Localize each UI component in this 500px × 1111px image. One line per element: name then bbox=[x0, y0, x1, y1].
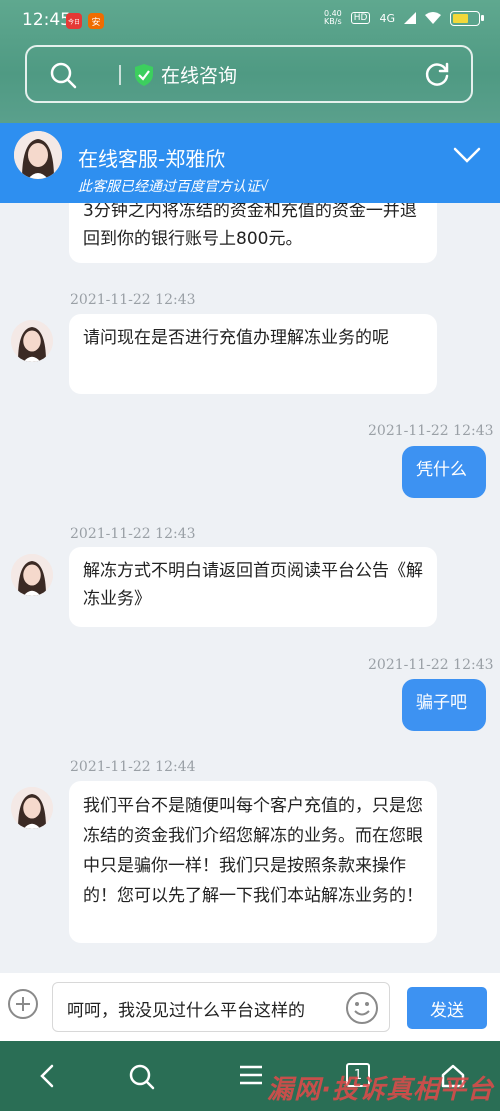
notification-app-icon: 安 bbox=[88, 13, 104, 29]
add-attachment-button[interactable] bbox=[8, 989, 38, 1019]
search-divider bbox=[119, 65, 121, 85]
watermark-logo: 漏网·投诉真相平台 bbox=[267, 1075, 494, 1105]
message-input-bar: 呵呵，我没见过什么平台这样的 发送 bbox=[0, 973, 500, 1041]
chevron-down-icon[interactable] bbox=[452, 145, 482, 165]
my-message-bubble: 凭什么 bbox=[402, 446, 486, 498]
search-icon[interactable] bbox=[128, 1063, 156, 1091]
shield-verified-icon bbox=[135, 64, 153, 86]
bottom-navigation-bar: 1 漏网·投诉真相平台 bbox=[0, 1041, 500, 1111]
agent-message-bubble: 请问现在是否进行充值办理解冻业务的呢 bbox=[69, 314, 437, 394]
emoji-icon[interactable] bbox=[345, 991, 379, 1025]
refresh-icon[interactable] bbox=[423, 61, 451, 89]
agent-message-bubble: 3分钟之内将冻结的资金和充值的资金一并退回到你的银行账号上800元。 bbox=[69, 203, 437, 263]
agent-message-bubble: 我们平台不是随便叫每个客户充值的，只是您冻结的资金我们介绍您解冻的业务。而在您眼… bbox=[69, 781, 437, 943]
message-timestamp: 2021-11-22 12:43 bbox=[70, 292, 196, 308]
message-timestamp: 2021-11-22 12:43 bbox=[70, 526, 196, 542]
agent-info-bar: 在线客服-郑雅欣 此客服已经通过百度官方认证√ bbox=[0, 123, 500, 203]
send-button[interactable]: 发送 bbox=[407, 987, 487, 1029]
back-icon[interactable] bbox=[36, 1063, 60, 1089]
message-timestamp: 2021-11-22 12:44 bbox=[70, 759, 196, 775]
search-bar[interactable]: 在线咨询 bbox=[25, 45, 473, 103]
battery-icon bbox=[450, 10, 484, 26]
agent-name: 在线客服-郑雅欣 bbox=[78, 147, 226, 171]
message-input[interactable]: 呵呵，我没见过什么平台这样的 bbox=[52, 982, 390, 1032]
menu-icon[interactable] bbox=[238, 1063, 264, 1087]
agent-avatar bbox=[11, 554, 53, 596]
signal-4g: 4G bbox=[379, 11, 395, 25]
agent-verification: 此客服已经通过百度官方认证√ bbox=[78, 179, 269, 195]
message-timestamp: 2021-11-22 12:43 bbox=[368, 657, 494, 673]
agent-avatar bbox=[11, 320, 53, 362]
hd-badge: HD bbox=[350, 12, 371, 24]
wifi-icon bbox=[425, 12, 441, 24]
agent-avatar bbox=[14, 131, 62, 179]
notification-badge-icon: 今日 bbox=[66, 13, 82, 29]
status-time: 12:45 bbox=[22, 10, 71, 30]
network-speed: 0.40 KB/s bbox=[323, 9, 342, 26]
chat-area[interactable]: 3分钟之内将冻结的资金和充值的资金一并退回到你的银行账号上800元。 2021-… bbox=[0, 203, 500, 973]
search-icon[interactable] bbox=[49, 61, 77, 89]
status-bar: 12:45 今日 安 0.40 KB/s HD 4G bbox=[0, 0, 500, 40]
signal-icon bbox=[404, 12, 416, 24]
message-timestamp: 2021-11-22 12:43 bbox=[368, 423, 494, 439]
my-message-bubble: 骗子吧 bbox=[402, 679, 486, 731]
message-input-text[interactable]: 呵呵，我没见过什么平台这样的 bbox=[67, 996, 335, 1021]
search-title: 在线咨询 bbox=[161, 65, 238, 87]
agent-message-bubble: 解冻方式不明白请返回首页阅读平台公告《解冻业务》 bbox=[69, 547, 437, 627]
agent-avatar bbox=[11, 787, 53, 829]
